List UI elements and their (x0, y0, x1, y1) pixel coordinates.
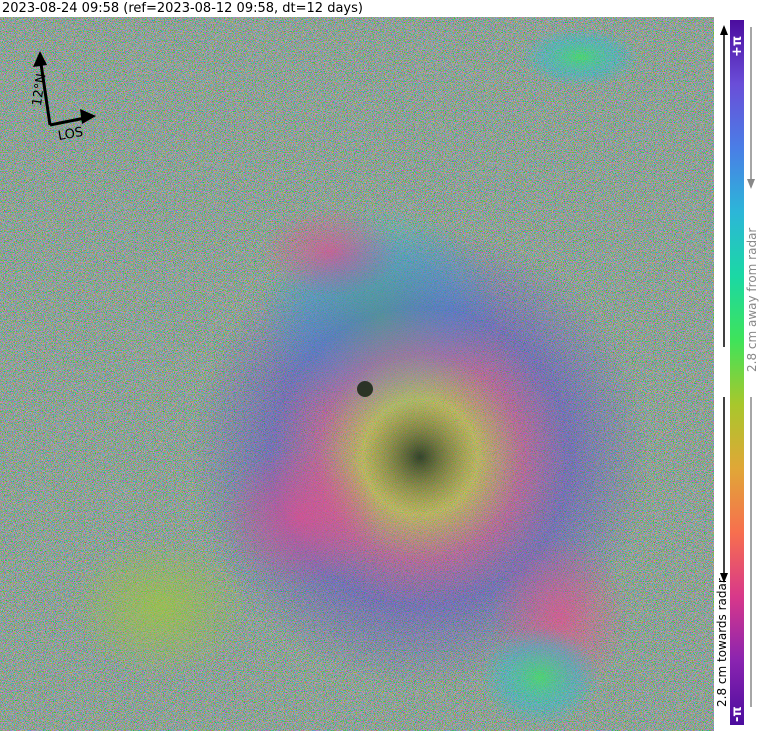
interferogram-image (0, 17, 714, 731)
colorbar-panel: +π -π 2.8 cm away from radar 2.8 cm towa… (714, 17, 764, 731)
away-label: 2.8 cm away from radar (745, 227, 759, 372)
north-arrow: 12°N LOS (20, 47, 100, 147)
colorbar-top-label: +π (730, 35, 745, 57)
image-title: 2023-08-24 09:58 (ref=2023-08-12 09:58, … (2, 1, 363, 16)
colorbar-gradient (730, 20, 744, 725)
colorbar-bottom-label: -π (730, 706, 745, 722)
interferogram-map: 12°N LOS (0, 17, 714, 731)
towards-label: 2.8 cm towards radar (715, 578, 729, 707)
